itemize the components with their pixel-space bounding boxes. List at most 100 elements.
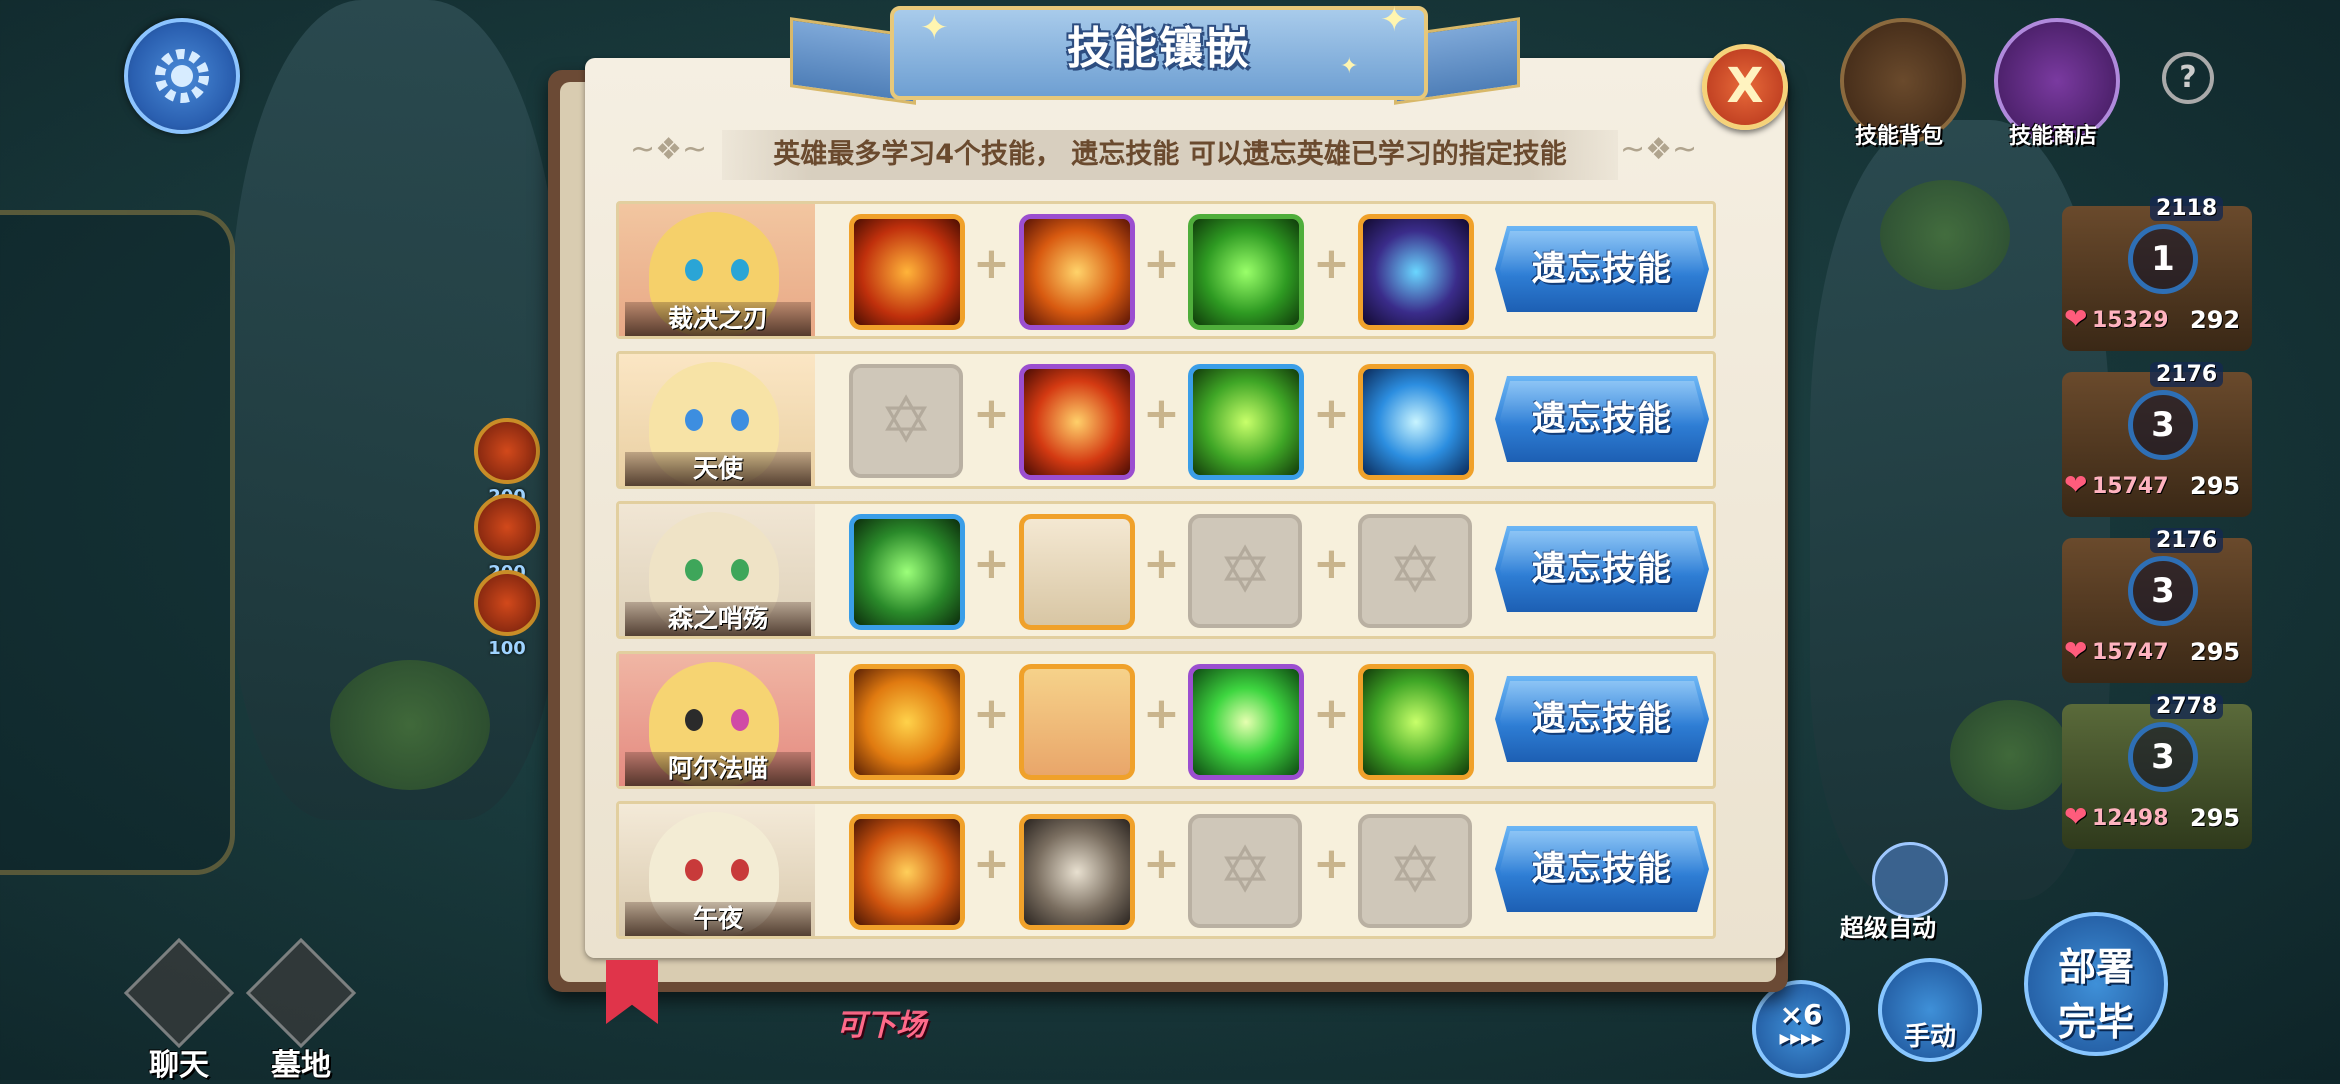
deploy-done-button[interactable]: 部署 完毕 <box>2024 912 2168 1056</box>
hero-row: 天使 ✡ + + + 遗忘技能 <box>616 351 1716 489</box>
skill-bag-label: 技能背包 <box>1854 124 1943 149</box>
forget-skill-button[interactable]: 遗忘技能 <box>1495 676 1709 762</box>
skill-slot-2[interactable] <box>1019 364 1135 480</box>
manual-button[interactable]: 手动 <box>1878 958 1982 1062</box>
elf-portrait-icon <box>1024 519 1130 625</box>
roster-card-2[interactable]: 2176 3 15747 295 <box>2062 362 2252 522</box>
plus-icon: + <box>973 238 1010 289</box>
skill-slot-1[interactable] <box>849 514 965 630</box>
hero-row: 森之哨殇 + + ✡ + ✡ 遗忘技能 <box>616 501 1716 639</box>
hero-name: 裁决之刃 <box>625 302 811 336</box>
cat-girl-portrait-icon <box>1024 669 1130 775</box>
hero-portrait: 天使 <box>619 354 815 486</box>
fire-hooded-figure-icon <box>854 219 960 325</box>
hero-eye <box>685 859 703 881</box>
roster-card-1[interactable]: 2118 1 15329 292 <box>2062 196 2252 356</box>
skill-slot-3[interactable] <box>1188 364 1304 480</box>
left-side-panel <box>0 210 235 875</box>
super-auto-icon[interactable] <box>1872 842 1948 918</box>
stone-armor-icon <box>1024 819 1130 925</box>
hero-eye <box>731 409 749 431</box>
skill-slot-1[interactable]: ✡ <box>849 364 963 478</box>
dialog-title: 技能镶嵌 <box>1067 23 1251 74</box>
skill-slot-3[interactable] <box>1188 214 1304 330</box>
hero-eye <box>685 709 703 731</box>
skill-slot-4[interactable] <box>1358 364 1474 480</box>
power-value: 2176 <box>2150 362 2224 387</box>
empty-slot-icon: ✡ <box>879 384 933 458</box>
skill-slot-3[interactable]: ✡ <box>1188 814 1302 928</box>
hero-portrait: 森之哨殇 <box>619 504 815 636</box>
green-crossed-blades-icon <box>1193 369 1299 475</box>
extra-value: 295 <box>2190 472 2241 500</box>
forget-skill-button[interactable]: 遗忘技能 <box>1495 526 1709 612</box>
level-ring: 3 <box>2128 556 2198 626</box>
plus-icon: + <box>973 838 1010 889</box>
skill-slot-1[interactable] <box>849 664 965 780</box>
roster-card-4[interactable]: 2778 3 12498 295 <box>2062 694 2252 854</box>
skill-slot-4[interactable]: ✡ <box>1358 514 1472 628</box>
hero-row: 阿尔法喵 + + + 遗忘技能 <box>616 651 1716 789</box>
empty-slot-icon: ✡ <box>1388 834 1442 908</box>
chat-button[interactable]: 聊天 <box>123 937 235 1083</box>
fire-sun-figure-icon <box>854 669 960 775</box>
hero-portrait: 阿尔法喵 <box>619 654 815 786</box>
skill-slot-2[interactable] <box>1019 214 1135 330</box>
manual-label: 手动 <box>1903 1022 1956 1052</box>
hero-eye <box>731 709 749 731</box>
green-spirit-hand-icon <box>854 519 960 625</box>
hero-name: 森之哨殇 <box>625 602 811 636</box>
graveyard-button[interactable]: 墓地 <box>245 937 357 1083</box>
hero-name: 天使 <box>625 452 811 486</box>
fire-skill-icon <box>474 494 540 560</box>
forget-skill-button[interactable]: 遗忘技能 <box>1495 376 1709 462</box>
skill-slot-4[interactable] <box>1358 214 1474 330</box>
settings-gear-button[interactable] <box>124 18 240 134</box>
speed-button[interactable]: ×6 ▶▶▶▶ <box>1752 980 1850 1078</box>
skill-slot-1[interactable] <box>849 214 965 330</box>
forget-skill-button[interactable]: 遗忘技能 <box>1495 826 1709 912</box>
super-auto-label: 超级自动 <box>1840 914 1936 942</box>
angel-ghost-icon <box>245 937 357 1049</box>
deploy-line1: 部署 <box>2057 945 2134 989</box>
info-text: 英雄最多学习4个技能， 遗忘技能 可以遗忘英雄已学习的指定技能 <box>722 130 1618 180</box>
plus-icon: + <box>1313 838 1350 889</box>
plus-icon: + <box>1313 688 1350 739</box>
skill-slot-3[interactable]: ✡ <box>1188 514 1302 628</box>
skill-slot-4[interactable]: ✡ <box>1358 814 1472 928</box>
hero-eye <box>731 559 749 581</box>
skill-slot-3[interactable] <box>1188 664 1304 780</box>
plus-icon: + <box>1143 388 1180 439</box>
close-button[interactable]: X <box>1702 44 1788 130</box>
title-ribbon: 技能镶嵌 ✦ ✦ ✦ <box>780 0 1530 105</box>
level-ring: 3 <box>2128 722 2198 792</box>
bg-flower-bush <box>1950 700 2070 810</box>
hp-value: 15747 <box>2064 468 2168 501</box>
empty-slot-icon: ✡ <box>1388 534 1442 608</box>
speed-value: ×6 <box>1779 998 1823 1031</box>
help-button[interactable]: ? <box>2162 52 2214 104</box>
plus-icon: + <box>1143 538 1180 589</box>
plus-icon: + <box>973 688 1010 739</box>
dark-horned-knight-icon <box>1363 219 1469 325</box>
extra-value: 292 <box>2190 306 2241 334</box>
hero-row: 裁决之刃 + + + 遗忘技能 <box>616 201 1716 339</box>
left-skill-cost-3[interactable]: 100 <box>462 570 552 680</box>
skill-shop-label: 技能商店 <box>2008 124 2097 149</box>
roster-card-3[interactable]: 2176 3 15747 295 <box>2062 528 2252 688</box>
skill-slot-4[interactable] <box>1358 664 1474 780</box>
plus-icon: + <box>973 388 1010 439</box>
blue-energy-orb-icon <box>1363 369 1469 475</box>
skill-slot-2[interactable] <box>1019 664 1135 780</box>
plus-icon: + <box>1143 688 1180 739</box>
plus-icon: + <box>1143 838 1180 889</box>
hero-name: 午夜 <box>625 902 811 936</box>
hero-eye <box>685 559 703 581</box>
skill-slot-2[interactable] <box>1019 814 1135 930</box>
skill-slot-1[interactable] <box>849 814 965 930</box>
forget-skill-button[interactable]: 遗忘技能 <box>1495 226 1709 312</box>
fire-heal-figure-icon <box>1024 369 1130 475</box>
skill-slot-2[interactable] <box>1019 514 1135 630</box>
hero-eye <box>685 409 703 431</box>
fire-totem-icon <box>1024 219 1130 325</box>
